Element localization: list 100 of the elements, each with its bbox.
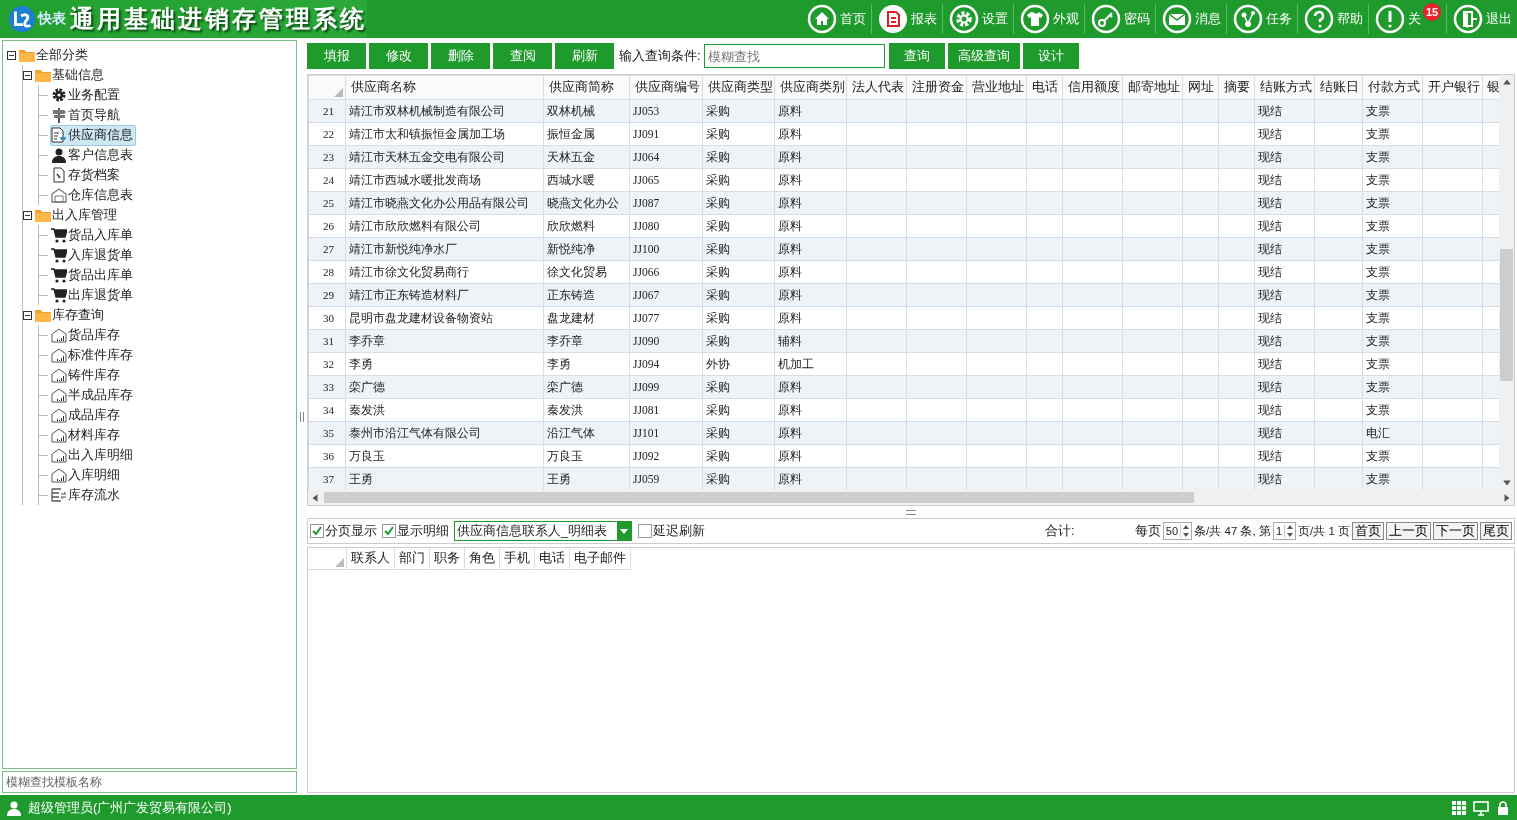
tree-item[interactable]: 存货档案 xyxy=(50,164,123,186)
tree-item[interactable]: 出入库管理 xyxy=(34,204,120,226)
tree-item[interactable]: 客户信息表 xyxy=(50,144,136,166)
column-header[interactable]: 电子邮件 xyxy=(570,548,631,570)
grid-icon[interactable] xyxy=(1451,799,1467,816)
column-header[interactable]: 摘要 xyxy=(1218,75,1255,100)
column-header[interactable]: 供应商类别 xyxy=(774,75,847,100)
nav-button[interactable]: 退出 xyxy=(1447,0,1517,38)
table-cell: 振恒金属 xyxy=(543,122,630,146)
column-header[interactable]: 开户银行 xyxy=(1422,75,1483,100)
pager-button[interactable]: 下一页 xyxy=(1433,522,1478,540)
column-header[interactable]: 手机 xyxy=(500,548,535,570)
scroll-up-icon[interactable] xyxy=(1501,77,1512,87)
checkbox[interactable] xyxy=(310,524,324,538)
column-header[interactable]: 结账方式 xyxy=(1254,75,1315,100)
column-header[interactable]: 电话 xyxy=(1026,75,1063,100)
nav-button[interactable]: 报表 xyxy=(872,0,942,38)
column-header[interactable]: 付款方式 xyxy=(1362,75,1423,100)
toolbar-button[interactable]: 查询 xyxy=(888,43,945,69)
query-label: 输入查询条件: xyxy=(619,47,701,65)
nav-button[interactable]: 帮助 xyxy=(1298,0,1368,38)
tree-item[interactable]: 成品库存 xyxy=(50,404,123,426)
column-header[interactable]: 部门 xyxy=(395,548,430,570)
scroll-down-icon[interactable] xyxy=(1501,478,1512,488)
pager-button[interactable]: 尾页 xyxy=(1480,522,1512,540)
tree-item[interactable]: 标准件库存 xyxy=(50,344,136,366)
tree-item[interactable]: 首页导航 xyxy=(50,104,123,126)
toolbar-button[interactable]: 填报 xyxy=(307,43,366,69)
tree-item[interactable]: 半成品库存 xyxy=(50,384,136,406)
column-header[interactable]: 联系人 xyxy=(347,548,395,570)
column-header[interactable]: 供应商名称 xyxy=(345,75,544,100)
tree-item[interactable]: 货品库存 xyxy=(50,324,123,346)
pager-button[interactable]: 上一页 xyxy=(1386,522,1431,540)
column-header[interactable]: 网址 xyxy=(1182,75,1219,100)
tree-item[interactable]: 业务配置 xyxy=(50,84,123,106)
tree-item[interactable]: 入库退货单 xyxy=(50,244,136,266)
nav-button[interactable]: 设置 xyxy=(943,0,1013,38)
tree-item[interactable]: 供应商信息 xyxy=(50,124,136,146)
collapse-toggle[interactable] xyxy=(23,70,32,80)
column-header[interactable]: 结账日 xyxy=(1314,75,1363,100)
splitter-handle[interactable] xyxy=(906,509,916,515)
column-header[interactable]: 供应商类型 xyxy=(702,75,775,100)
column-header[interactable]: 角色 xyxy=(465,548,500,570)
toolbar-button[interactable]: 删除 xyxy=(431,43,490,69)
page-spinner[interactable]: 1 xyxy=(1272,522,1296,540)
table-cell: 现结 xyxy=(1254,352,1315,376)
tree-item[interactable]: 货品出库单 xyxy=(50,264,136,286)
column-header[interactable]: 信用额度 xyxy=(1062,75,1123,100)
column-header[interactable]: 供应商编号 xyxy=(629,75,703,100)
collapse-toggle[interactable] xyxy=(7,50,16,60)
caret-icon xyxy=(620,528,628,534)
tree-item[interactable]: 库存流水 xyxy=(50,484,123,506)
collapse-toggle[interactable] xyxy=(23,310,32,320)
tree-item[interactable]: 入库明细 xyxy=(50,464,123,486)
toolbar-button[interactable]: 查阅 xyxy=(493,43,552,69)
column-header[interactable]: 电话 xyxy=(535,548,570,570)
column-header[interactable]: 注册资金 xyxy=(906,75,967,100)
query-field[interactable]: 模糊查找 xyxy=(703,44,885,68)
nav-button[interactable]: 首页 xyxy=(801,0,871,38)
table-cell: 采购 xyxy=(702,444,775,468)
table-cell: 靖江市天林五金交电有限公司 xyxy=(345,145,544,169)
home-icon xyxy=(807,4,837,34)
nav-button[interactable]: 关 15 xyxy=(1369,0,1446,38)
scroll-left-icon[interactable] xyxy=(310,492,320,503)
column-header[interactable]: 职务 xyxy=(430,548,465,570)
monitor-icon[interactable] xyxy=(1473,799,1489,816)
tree-item[interactable]: 货品入库单 xyxy=(50,224,136,246)
tree-item[interactable]: 仓库信息表 xyxy=(50,184,136,206)
checkbox[interactable] xyxy=(382,524,396,538)
detail-dropdown[interactable]: 供应商信息联系人_明细表 xyxy=(454,521,632,541)
tree-item[interactable]: 材料库存 xyxy=(50,424,123,446)
nav-button[interactable]: 任务 xyxy=(1227,0,1297,38)
toolbar-button[interactable]: 设计 xyxy=(1022,43,1079,69)
column-header[interactable]: 营业地址 xyxy=(966,75,1027,100)
tree-item[interactable]: 铸件库存 xyxy=(50,364,123,386)
spinner-arrows-icon xyxy=(1180,524,1192,538)
checkbox[interactable] xyxy=(638,524,652,538)
template-search-field[interactable]: 模糊查找模板名称 xyxy=(2,771,297,793)
toolbar-button[interactable]: 修改 xyxy=(369,43,428,69)
tree-item[interactable]: 出入库明细 xyxy=(50,444,136,466)
toolbar-button[interactable]: 刷新 xyxy=(555,43,614,69)
table-cell: 欣欣燃料 xyxy=(543,214,630,238)
pager-button[interactable]: 首页 xyxy=(1352,522,1384,540)
scroll-right-icon[interactable] xyxy=(1502,492,1512,503)
tree-item[interactable]: 全部分类 xyxy=(18,44,91,66)
nav-button[interactable]: 消息 xyxy=(1156,0,1226,38)
column-header[interactable]: 法人代表 xyxy=(846,75,907,100)
nav-button[interactable]: 外观 xyxy=(1014,0,1084,38)
vertical-scrollbar[interactable] xyxy=(1499,75,1514,490)
per-page-spinner[interactable]: 50 xyxy=(1162,522,1193,540)
tree-item[interactable]: 基础信息 xyxy=(34,64,107,86)
nav-button[interactable]: 密码 xyxy=(1085,0,1155,38)
toolbar-button[interactable]: 高级查询 xyxy=(947,43,1020,69)
tree-item[interactable]: 出库退货单 xyxy=(50,284,136,306)
tree-item[interactable]: 库存查询 xyxy=(34,304,107,326)
collapse-toggle[interactable] xyxy=(23,210,32,220)
horizontal-scrollbar[interactable] xyxy=(308,490,1514,505)
column-header[interactable]: 邮寄地址 xyxy=(1122,75,1183,100)
column-header[interactable]: 供应商简称 xyxy=(543,75,630,100)
lock-icon[interactable] xyxy=(1495,799,1511,816)
